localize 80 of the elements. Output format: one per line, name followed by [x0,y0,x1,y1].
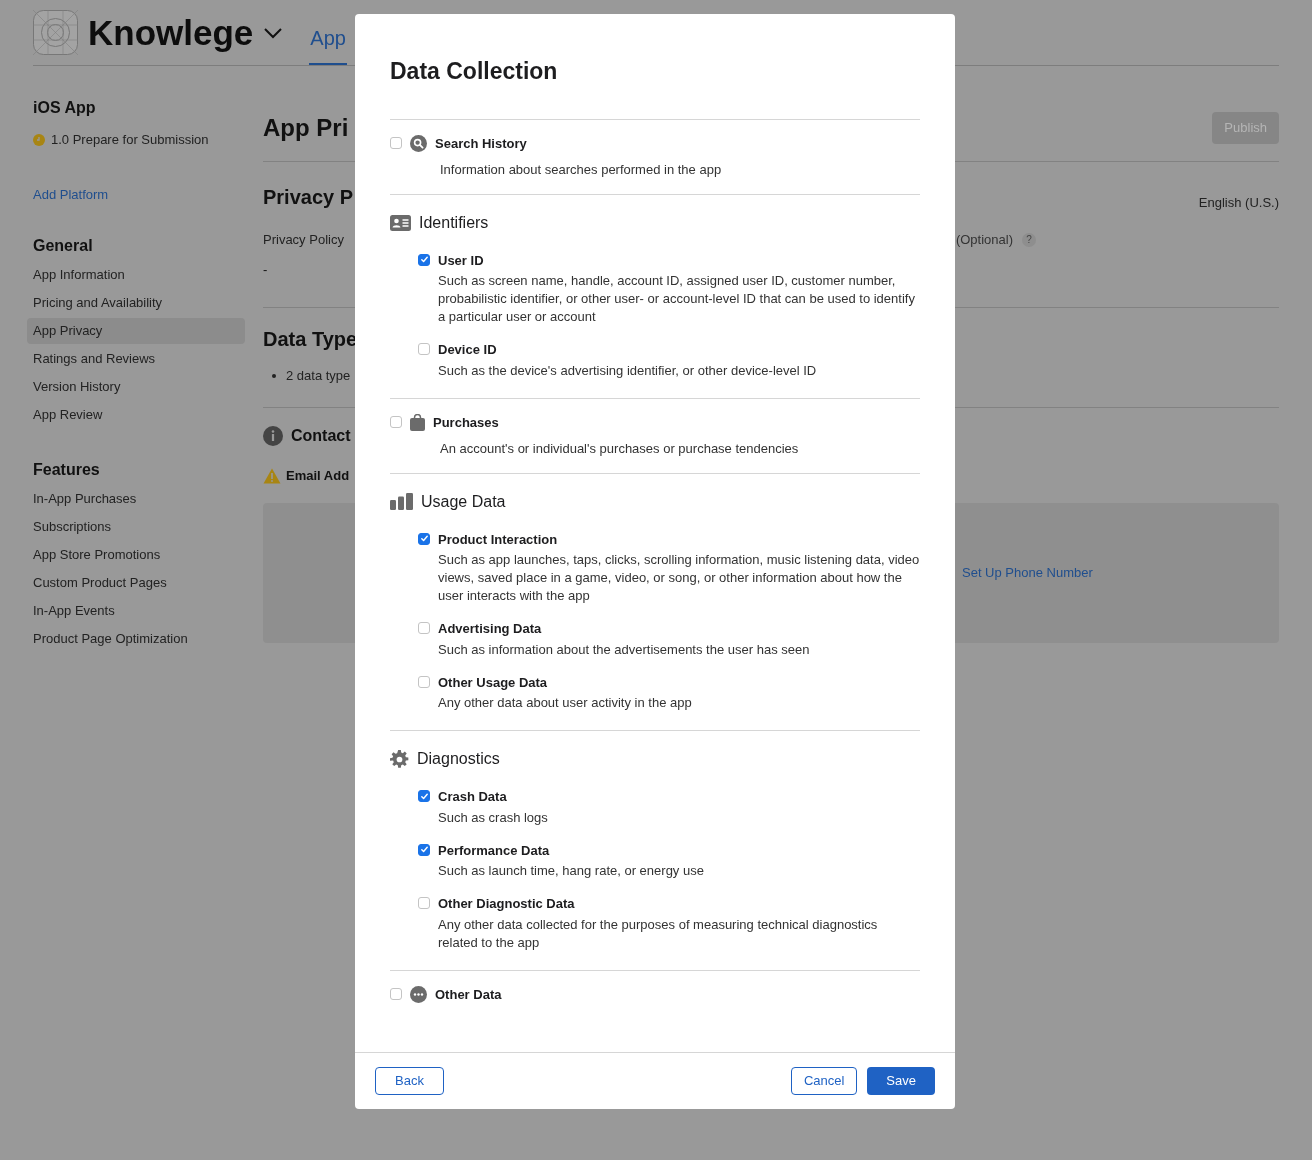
language-label: English (U.S.) [1198,193,1279,212]
category-heading: Identifiers [419,212,489,233]
sidebar-heading: Features [33,460,101,480]
search-icon [410,134,427,152]
checkbox[interactable] [418,675,430,688]
checkbox[interactable] [418,622,430,634]
checkbox[interactable] [418,253,430,266]
clock-icon [33,133,45,146]
checkbox[interactable] [418,790,430,802]
data-type-title: Performance Data [438,841,551,860]
data-type-title: Advertising Data [438,620,543,638]
data-type-title: Product Interaction [438,530,559,549]
field-value: - [263,260,268,279]
sidebar-item[interactable]: App Information [27,262,245,288]
bar-chart-icon [390,493,413,510]
data-type-description: Any other data collected for the purposes of measuring technical diagnostics related to the app [438,915,879,952]
version-status: 1.0 Prepare for Submission [51,131,209,149]
section-title: Privacy P [263,185,354,210]
sidebar-item[interactable]: Pricing and Availability [27,290,245,316]
category-title: Purchases [433,413,499,432]
field-label: Privacy Policy [263,231,344,249]
gear-icon [390,749,409,769]
sidebar-item[interactable]: Subscriptions [27,514,245,540]
sidebar-item[interactable]: App Store Promotions [27,542,245,568]
data-type-title: Other Usage Data [438,673,549,692]
sidebar-heading: General [33,236,94,256]
shopping-bag-icon [410,413,425,431]
data-type-description: Such as screen name, handle, account ID, assigned user ID, customer number, probabilistic identifier, or other user- or account-level ID that can be used to identify a particular user or account [438,272,916,326]
data-type-description: Such as launch time, hang rate, or energy use [438,862,704,880]
app-icon [33,10,78,56]
data-type-description: Such as information about the advertisements the user has seen [438,640,810,659]
category-description: Information about searches performed in the app [439,161,723,179]
field-label: Email Add [286,467,350,485]
checkbox[interactable] [418,343,430,355]
sidebar-item[interactable]: Custom Product Pages [27,570,245,596]
help-button[interactable]: ? [1022,232,1036,247]
category-description: An account's or individual's purchases or purchase tendencies [439,440,800,458]
data-type-title: User ID [438,251,485,270]
contact-card-icon [390,214,411,231]
checkbox[interactable] [418,897,430,909]
data-type-description: Such as the device's advertising identifier, or other device-level ID [438,361,817,380]
page-title: App Pri [263,113,349,143]
sidebar-item[interactable]: Ratings and Reviews [27,346,245,372]
checkbox[interactable] [390,988,402,1001]
chevron-down-icon[interactable] [263,26,284,39]
category-title: Search History [435,134,527,153]
checkbox[interactable] [418,843,430,856]
data-type-description: Such as app launches, taps, clicks, scrolling information, music listening data, video views, saved place in a game, video, or song, or other information about how the user interacts with the app [438,551,920,605]
sidebar-item[interactable]: App Review [27,402,245,428]
data-type-description: Any other data about user activity in the app [438,694,692,712]
sidebar-item[interactable]: Version History [27,374,245,400]
sidebar-item[interactable]: In-App Purchases [27,486,245,512]
bullet-text: 2 data type [286,367,351,385]
cancel-button[interactable]: Cancel [790,1067,858,1095]
platform-title: iOS App [33,98,97,118]
info-icon [263,426,283,446]
save-button[interactable]: Save [867,1067,935,1095]
data-type-title: Other Diagnostic Data [438,895,576,913]
data-type-description: Such as crash logs [438,808,548,827]
data-type-title: Crash Data [438,788,508,806]
more-icon [410,985,427,1003]
category-heading: Usage Data [421,491,506,512]
section-title: Contact [291,426,351,446]
optional-label: (Optional) [955,231,1013,249]
add-platform-link[interactable]: Add Platform [33,184,109,204]
sidebar-item[interactable]: App Privacy [27,318,245,344]
checkbox[interactable] [390,137,402,150]
checkbox[interactable] [418,532,430,545]
app-name: Knowlege [88,11,254,54]
warning-icon [263,467,281,484]
sidebar-item[interactable]: Product Page Optimization [27,626,245,652]
category-title: Other Data [435,985,502,1004]
data-type-title: Device ID [438,341,498,359]
section-title: Data Type [263,327,358,352]
dialog-title: Data Collection [390,54,920,120]
category-heading: Diagnostics [417,749,500,769]
back-button[interactable]: Back [375,1067,444,1095]
checkbox[interactable] [390,416,402,429]
sidebar-item[interactable]: In-App Events [27,598,245,624]
nav-tab[interactable]: App [309,23,347,65]
